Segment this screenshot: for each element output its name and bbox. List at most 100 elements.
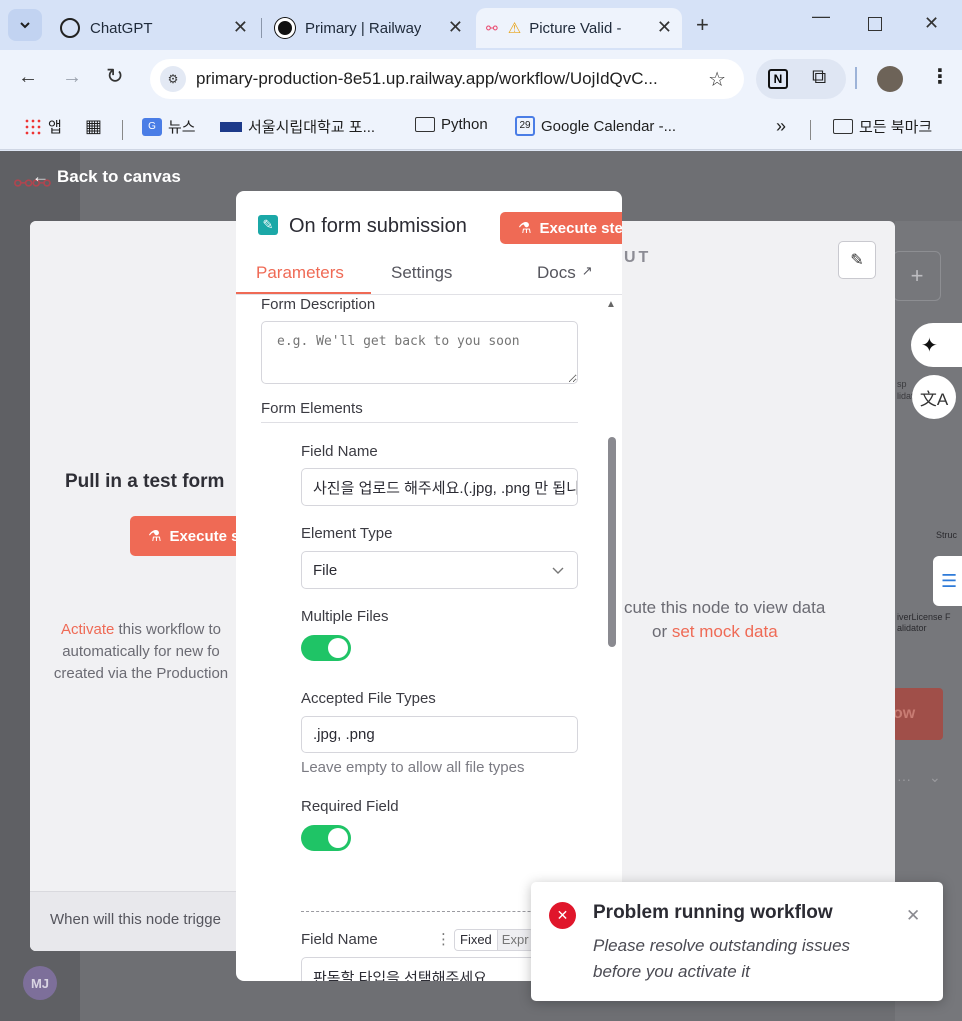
more-bookmarks-button[interactable]: » [776,116,786,137]
divider [810,120,811,140]
tab-settings[interactable]: Settings [391,263,452,283]
back-label: Back to canvas [57,167,181,186]
bookmark-uos[interactable]: 서울시립대학교 포... [220,116,375,137]
accepted-file-types-input[interactable]: .jpg, .png [301,716,578,753]
close-icon[interactable]: ✕ [906,906,920,926]
form-description-label: Form Description [261,296,376,313]
profile-avatar[interactable] [877,66,903,92]
bookmark-news[interactable]: G 뉴스 [142,116,196,137]
notion-icon[interactable]: N [768,69,788,89]
site-settings-icon[interactable]: ⚙ [160,66,186,92]
error-icon: ✕ [549,902,576,929]
background-activate-button: ow [893,688,943,740]
calendar-icon: 29 [515,116,535,136]
menu-dots-icon[interactable]: ⋮ [930,64,950,89]
tab-title: Picture Valid - [529,19,622,37]
ai-sparkle-button[interactable]: ✦ [911,323,962,367]
scrollbar-thumb[interactable] [608,437,616,647]
activate-text: Activate this workflow to automatically … [30,619,236,685]
execute-label: Execute s [169,527,236,545]
activate-link[interactable]: Activate [61,621,114,638]
tab-divider [261,18,262,38]
bookmark-google-calendar[interactable]: 29 Google Calendar -... [515,116,676,136]
divider [855,67,857,89]
close-icon[interactable]: ✕ [657,17,672,38]
fixed-expression-toggle[interactable]: Fixed Expr [454,929,534,951]
scroll-up-arrow[interactable]: ▲ [606,299,616,310]
input-pane: Pull in a test form ⚗ Execute s Activate… [30,221,236,951]
execute-step-button[interactable]: ⚗ Execute ste [500,212,622,244]
chevron-down-icon[interactable]: ⌄ [929,769,941,786]
bookmark-all[interactable]: 모든 북마크 [833,116,932,137]
forward-arrow-icon[interactable]: → [62,66,82,89]
close-window-button[interactable]: ✕ [924,13,939,34]
output-header: UT [624,249,652,266]
sidebar-toggle-button[interactable]: ☰ [933,556,962,606]
maximize-button[interactable] [868,17,882,31]
tab-docs[interactable]: Docs ↗ [537,263,593,283]
reload-icon[interactable]: ↻ [106,64,124,89]
multiple-files-label: Multiple Files [301,608,389,625]
multiple-files-toggle[interactable] [301,635,351,661]
minimize-button[interactable]: — [812,6,830,27]
bookmark-label: 서울시립대학교 포... [248,119,376,136]
folder-icon [415,117,435,132]
star-icon[interactable]: ☆ [708,67,726,92]
external-link-icon: ↗ [581,263,593,278]
close-icon[interactable]: ✕ [233,17,248,38]
add-node-button[interactable]: + [893,251,941,301]
input-heading: Pull in a test form [65,471,225,492]
tabs-divider [236,294,622,295]
activate-text-3: created via the Production [53,665,229,682]
field-name-input[interactable]: 사진을 업로드 해주세요.(.jpg, .png 만 됩니 [301,468,578,506]
divider [261,422,578,423]
apps-grid-icon [24,117,42,136]
bookmark-label: 앱 [48,119,62,136]
bookmark-label: Google Calendar -... [541,117,677,135]
options-dots-icon[interactable]: ⋮ [436,930,451,948]
required-field-toggle[interactable] [301,825,351,851]
activate-text-1: this workflow to [114,621,222,638]
fixed-option[interactable]: Fixed [455,930,498,950]
translate-icon[interactable]: 文A [912,375,956,419]
bookmark-python[interactable]: Python [415,116,488,133]
tab-railway[interactable]: Primary | Railway ✕ [265,8,473,48]
divider [122,120,123,140]
tab-strip: ChatGPT ✕ Primary | Railway ✕ ⚯ ⚠ Pictur… [0,0,962,50]
or-text: or [652,622,672,641]
chevron-down-icon [552,567,564,574]
back-arrow-icon[interactable]: ← [18,66,38,89]
toast-message: Please resolve outstanding issues before… [593,933,850,985]
google-news-icon: G [142,117,162,136]
set-mock-data-link[interactable]: set mock data [672,622,778,641]
tab-chatgpt[interactable]: ChatGPT ✕ [50,8,258,48]
tab-picture-validator[interactable]: ⚯ ⚠ Picture Valid - ✕ [476,8,682,48]
url-text: primary-production-8e51.up.railway.app/w… [196,69,658,88]
input-execute-button[interactable]: ⚗ Execute s [130,516,236,556]
flask-icon: ⚗ [148,528,162,545]
address-bar[interactable]: ⚙ primary-production-8e51.up.railway.app… [150,59,744,99]
element-type-value: File [313,561,338,579]
close-icon[interactable]: ✕ [448,17,463,38]
form-description-textarea[interactable] [261,321,578,384]
tab-parameters[interactable]: Parameters [256,263,344,283]
bookmark-apps[interactable]: 앱 [24,116,62,137]
back-to-canvas-link[interactable]: ← Back to canvas [32,167,181,187]
edit-output-button[interactable]: ✎ [838,241,876,279]
node-title[interactable]: On form submission [289,215,467,238]
avatar[interactable]: MJ [23,966,57,1000]
node-parameters-panel: ✎ On form submission ⚗ Execute ste Param… [236,191,622,981]
bookmark-grid[interactable]: ▦ [85,116,102,137]
node-label: alidator [897,623,927,633]
required-field-label: Required Field [301,798,399,815]
docs-label: Docs [537,263,576,282]
n8n-icon: ⚯ [486,19,498,36]
accepted-file-types-label: Accepted File Types [301,690,436,707]
warning-icon: ⚠ [507,20,522,37]
expression-option[interactable]: Expr [498,930,533,950]
more-dots-icon[interactable]: ··· [897,771,911,787]
element-type-select[interactable]: File [301,551,578,589]
puzzle-extension-icon[interactable]: ⧉ [812,66,826,89]
tab-search-button[interactable] [8,9,42,41]
new-tab-button[interactable]: + [696,12,709,38]
